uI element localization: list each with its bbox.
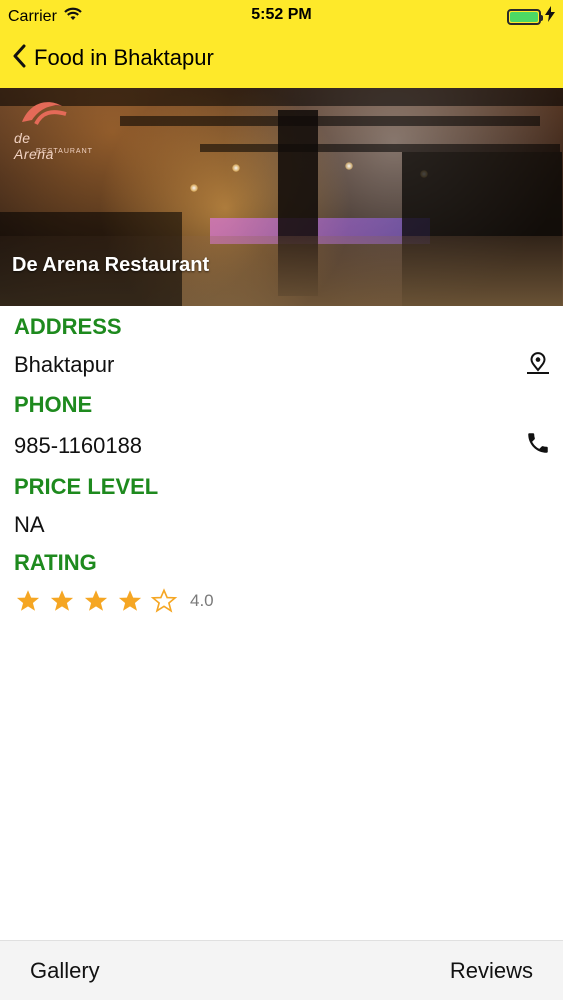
- clock: 5:52 PM: [251, 6, 312, 23]
- charging-bolt-icon: [545, 6, 555, 27]
- rating-value: 4.0: [190, 591, 214, 610]
- screen: Carrier 5:52 PM Food in Bhaktapur de Are…: [0, 0, 563, 1000]
- rating-stars: 4.0: [14, 586, 214, 616]
- ceiling-light: [345, 162, 353, 170]
- phone-value: 985-1160188: [14, 433, 143, 458]
- restaurant-logo: de Arena RESTAURANT: [14, 96, 92, 162]
- chevron-left-icon: [12, 44, 26, 73]
- star-filled-icon: [14, 587, 42, 615]
- star-filled-icon: [82, 587, 110, 615]
- price-level-label: PRICE LEVEL: [14, 474, 159, 499]
- back-button[interactable]: Food in Bhaktapur: [0, 44, 214, 73]
- restaurant-logo-icon: [22, 102, 67, 125]
- star-filled-icon: [48, 587, 76, 615]
- logo-text: de Arena: [14, 130, 54, 162]
- nav-title: Food in Bhaktapur: [34, 45, 214, 70]
- map-pin-icon: [525, 351, 551, 379]
- restaurant-name: De Arena Restaurant: [12, 254, 210, 276]
- logo-subtext: RESTAURANT: [36, 148, 93, 155]
- star-filled-icon: [116, 587, 144, 615]
- star-empty-icon: [150, 587, 178, 615]
- battery-fill: [510, 11, 538, 22]
- price-level-value: NA: [14, 512, 45, 537]
- status-bar: Carrier 5:52 PM: [0, 0, 563, 30]
- map-pin-button[interactable]: [523, 350, 553, 380]
- address-value: Bhaktapur: [14, 352, 115, 377]
- ceiling-light: [232, 164, 240, 172]
- top-bar: Carrier 5:52 PM Food in Bhaktapur: [0, 0, 563, 88]
- ceiling-light: [190, 184, 198, 192]
- phone-icon: [525, 430, 551, 461]
- ceiling-beam: [120, 116, 540, 126]
- address-label: ADDRESS: [14, 314, 122, 339]
- phone-label: PHONE: [14, 392, 93, 417]
- ceiling-beam: [200, 144, 560, 152]
- call-button[interactable]: [523, 430, 553, 460]
- ceiling-beam: [0, 88, 563, 106]
- restaurant-hero-image: de Arena RESTAURANT De Arena Restaurant: [0, 88, 563, 306]
- reviews-button[interactable]: Reviews: [450, 958, 533, 984]
- bottom-bar: Gallery Reviews: [0, 940, 563, 1000]
- battery-cap: [540, 14, 543, 21]
- gallery-button[interactable]: Gallery: [30, 958, 100, 984]
- navigation-bar: Food in Bhaktapur: [0, 38, 563, 78]
- rating-label: RATING: [14, 550, 97, 575]
- battery: [507, 6, 555, 27]
- battery-icon: [507, 8, 543, 25]
